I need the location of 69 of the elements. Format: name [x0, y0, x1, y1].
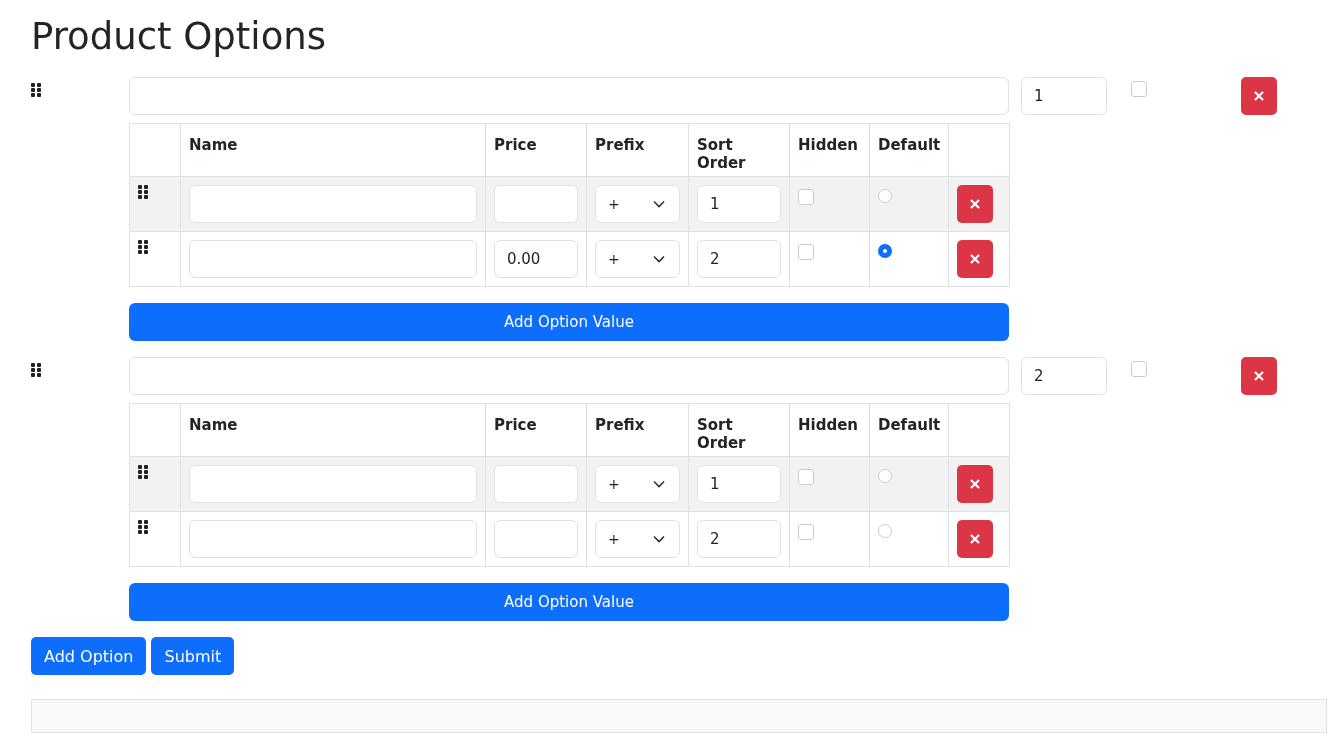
- column-header: Default: [869, 123, 949, 177]
- delete-button[interactable]: [957, 240, 993, 278]
- column-header: Default: [869, 403, 949, 457]
- close-icon: [1254, 371, 1264, 381]
- column-header: Hidden: [789, 123, 870, 177]
- close-icon: [1254, 91, 1264, 101]
- hidden-checkbox[interactable]: [798, 244, 814, 260]
- delete-button[interactable]: [957, 520, 993, 558]
- close-icon: [970, 534, 980, 544]
- sort-order-field[interactable]: 1: [697, 185, 781, 223]
- drag-handle-icon[interactable]: [138, 185, 148, 199]
- value-name-field[interactable]: [189, 185, 477, 223]
- sort-order-field[interactable]: 2: [697, 520, 781, 558]
- chevron-down-icon: [653, 480, 665, 488]
- page-title: Product Options: [31, 14, 327, 60]
- value-name-field[interactable]: [189, 240, 477, 278]
- column-header: Sort Order: [688, 123, 790, 177]
- option-name-field[interactable]: [129, 357, 1009, 395]
- drag-handle-icon[interactable]: [31, 363, 41, 377]
- chevron-down-icon: [653, 255, 665, 263]
- prefix-select[interactable]: +: [595, 240, 680, 278]
- drag-handle-icon[interactable]: [138, 465, 148, 479]
- column-header: Name: [180, 403, 486, 457]
- delete-button[interactable]: [957, 465, 993, 503]
- column-header: Prefix: [586, 403, 689, 457]
- add-option-value-button[interactable]: Add Option Value: [129, 303, 1009, 341]
- prefix-select[interactable]: +: [595, 520, 680, 558]
- action-button[interactable]: Add Option: [31, 637, 147, 675]
- option-name-field[interactable]: [129, 77, 1009, 115]
- default-radio[interactable]: [878, 189, 892, 203]
- default-radio[interactable]: [878, 524, 892, 538]
- default-radio[interactable]: [878, 244, 892, 258]
- close-icon: [970, 199, 980, 209]
- hidden-checkbox[interactable]: [798, 469, 814, 485]
- default-radio[interactable]: [878, 469, 892, 483]
- column-header: Price: [485, 123, 587, 177]
- add-option-value-button[interactable]: Add Option Value: [129, 583, 1009, 621]
- prefix-select[interactable]: +: [595, 185, 680, 223]
- close-icon: [970, 254, 980, 264]
- drag-handle-icon[interactable]: [31, 83, 41, 97]
- delete-button[interactable]: [1241, 77, 1277, 115]
- hidden-checkbox[interactable]: [798, 189, 814, 205]
- hidden-checkbox[interactable]: [1131, 361, 1147, 377]
- drag-handle-icon[interactable]: [138, 520, 148, 534]
- sort-order-field[interactable]: 2: [697, 240, 781, 278]
- hidden-checkbox[interactable]: [798, 524, 814, 540]
- drag-handle-icon[interactable]: [138, 240, 148, 254]
- column-header: Prefix: [586, 123, 689, 177]
- action-button[interactable]: Submit: [151, 637, 235, 675]
- price-field[interactable]: 0.00: [494, 240, 578, 278]
- price-field[interactable]: [494, 465, 578, 503]
- column-header: Name: [180, 123, 486, 177]
- delete-button[interactable]: [957, 185, 993, 223]
- hidden-checkbox[interactable]: [1131, 81, 1147, 97]
- column-header: Hidden: [789, 403, 870, 457]
- sort-order-field[interactable]: 1: [1021, 77, 1107, 115]
- column-header: Sort Order: [688, 403, 790, 457]
- value-name-field[interactable]: [189, 465, 477, 503]
- chevron-down-icon: [653, 535, 665, 543]
- delete-button[interactable]: [1241, 357, 1277, 395]
- column-header: Price: [485, 403, 587, 457]
- price-field[interactable]: [494, 185, 578, 223]
- chevron-down-icon: [653, 200, 665, 208]
- value-name-field[interactable]: [189, 520, 477, 558]
- sort-order-field[interactable]: 1: [697, 465, 781, 503]
- price-field[interactable]: [494, 520, 578, 558]
- prefix-select[interactable]: +: [595, 465, 680, 503]
- close-icon: [970, 479, 980, 489]
- sort-order-field[interactable]: 2: [1021, 357, 1107, 395]
